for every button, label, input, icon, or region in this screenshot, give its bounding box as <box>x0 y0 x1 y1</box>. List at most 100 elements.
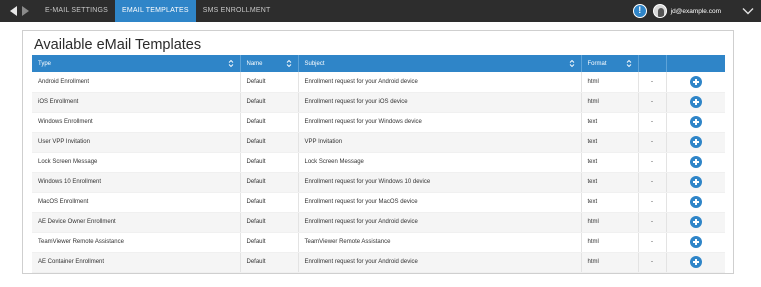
cell-action <box>666 172 725 193</box>
table-row[interactable]: User VPP Invitation Default VPP Invitation… <box>32 132 725 153</box>
cell-type: User VPP Invitation <box>32 132 241 153</box>
top-bar: E-MAIL SETTINGS EMAIL TEMPLATES SMS ENRO… <box>0 0 761 22</box>
cell-format: html <box>581 252 639 273</box>
alert-icon[interactable]: ! <box>632 4 647 18</box>
cell-type: AE Container Enrollment <box>32 252 241 273</box>
templates-panel: Available eMail Templates Type Name Subj… <box>22 30 734 274</box>
cell-action <box>666 72 725 93</box>
cell-subject: Enrollment request for your Android devi… <box>298 72 582 93</box>
cell-format: html <box>581 92 639 113</box>
cell-format: text <box>581 192 639 213</box>
cell-extra: - <box>638 252 667 273</box>
tab-sms-enrollment[interactable]: SMS ENROLLMENT <box>196 0 278 22</box>
table-row[interactable]: Lock Screen Message Default Lock Screen Me… <box>32 152 725 173</box>
cell-action <box>666 152 725 173</box>
cell-type: Lock Screen Message <box>32 152 241 173</box>
cell-extra: - <box>638 172 667 193</box>
arrow-right-icon[interactable] <box>22 6 29 16</box>
cell-extra: - <box>638 72 667 93</box>
add-icon[interactable] <box>689 136 702 148</box>
user-email[interactable]: jd@example.com <box>671 8 721 15</box>
user-area: ! jd@example.com <box>632 0 761 22</box>
cell-name: Default <box>240 172 299 193</box>
cell-type: Android Enrollment <box>32 72 241 93</box>
page-title: Available eMail Templates <box>34 37 202 53</box>
sort-icon[interactable] <box>626 59 632 68</box>
cell-subject: Enrollment request for your Windows devi… <box>298 112 582 133</box>
table-row[interactable]: Android Enrollment Default Enrollment requ… <box>32 72 725 93</box>
cell-type: TeamViewer Remote Assistance <box>32 232 241 253</box>
cell-subject: Lock Screen Message <box>298 152 582 173</box>
add-icon[interactable] <box>689 216 702 228</box>
chevron-down-icon[interactable] <box>735 0 761 22</box>
add-icon[interactable] <box>689 116 702 128</box>
add-icon[interactable] <box>689 75 702 88</box>
table-header-row: Type Name Subject Format <box>32 55 725 72</box>
cell-extra: - <box>638 192 667 213</box>
cell-action <box>666 232 725 253</box>
tab-bar: E-MAIL SETTINGS EMAIL TEMPLATES SMS ENRO… <box>38 0 277 22</box>
column-header-name[interactable]: Name <box>240 55 299 72</box>
column-header-type[interactable]: Type <box>32 55 241 72</box>
add-icon[interactable] <box>689 236 702 248</box>
cell-type: iOS Enrollment <box>32 92 241 113</box>
table-row[interactable]: iOS Enrollment Default Enrollment request … <box>32 92 725 113</box>
avatar[interactable] <box>652 4 667 18</box>
add-icon[interactable] <box>689 96 702 108</box>
cell-action <box>666 112 725 133</box>
cell-subject: Enrollment request for your MacOS device <box>298 192 582 213</box>
cell-action <box>666 132 725 153</box>
table-row[interactable]: Windows 10 Enrollment Default Enrollment r… <box>32 172 725 193</box>
table-row[interactable]: Windows Enrollment Default Enrollment requ… <box>32 112 725 133</box>
cell-subject: VPP Invitation <box>298 132 582 153</box>
arrow-left-icon[interactable] <box>10 6 17 16</box>
cell-type: MacOS Enrollment <box>32 192 241 213</box>
table-row[interactable]: AE Device Owner Enrollment Default Enrollm… <box>32 212 725 233</box>
cell-name: Default <box>240 232 299 253</box>
cell-extra: - <box>638 232 667 253</box>
cell-extra: - <box>638 112 667 133</box>
column-header-subject[interactable]: Subject <box>298 55 582 72</box>
cell-name: Default <box>240 92 299 113</box>
cell-format: text <box>581 172 639 193</box>
cell-format: html <box>581 212 639 233</box>
column-header-extra <box>638 55 667 72</box>
table-body: Android Enrollment Default Enrollment requ… <box>32 72 725 273</box>
table-row[interactable]: MacOS Enrollment Default Enrollment reques… <box>32 192 725 213</box>
cell-type: Windows Enrollment <box>32 112 241 133</box>
cell-name: Default <box>240 212 299 233</box>
cell-subject: Enrollment request for your Android devi… <box>298 212 582 233</box>
cell-name: Default <box>240 192 299 213</box>
cell-subject: TeamViewer Remote Assistance <box>298 232 582 253</box>
sort-icon[interactable] <box>228 59 234 68</box>
add-icon[interactable] <box>689 256 702 268</box>
table-row[interactable]: TeamViewer Remote Assistance Default TeamV… <box>32 232 725 253</box>
column-header-actions <box>666 55 725 72</box>
sort-icon[interactable] <box>569 59 575 68</box>
cell-action <box>666 192 725 213</box>
templates-table: Type Name Subject Format Android Enrollm… <box>32 55 725 273</box>
tab-email-settings[interactable]: E-MAIL SETTINGS <box>38 0 115 22</box>
add-icon[interactable] <box>689 196 702 208</box>
tab-email-templates[interactable]: EMAIL TEMPLATES <box>115 0 196 22</box>
cell-name: Default <box>240 252 299 273</box>
cell-name: Default <box>240 152 299 173</box>
cell-action <box>666 252 725 273</box>
sort-icon[interactable] <box>286 59 292 68</box>
add-icon[interactable] <box>689 156 702 168</box>
cell-name: Default <box>240 112 299 133</box>
cell-action <box>666 212 725 233</box>
table-row[interactable]: AE Container Enrollment Default Enrollment… <box>32 252 725 273</box>
cell-format: text <box>581 132 639 153</box>
column-header-format[interactable]: Format <box>581 55 639 72</box>
cell-format: html <box>581 232 639 253</box>
cell-name: Default <box>240 132 299 153</box>
cell-type: Windows 10 Enrollment <box>32 172 241 193</box>
add-icon[interactable] <box>689 176 702 188</box>
cell-subject: Enrollment request for your Android devi… <box>298 252 582 273</box>
cell-subject: Enrollment request for your iOS device <box>298 92 582 113</box>
cell-type: AE Device Owner Enrollment <box>32 212 241 233</box>
cell-format: text <box>581 112 639 133</box>
history-nav <box>0 6 38 16</box>
cell-extra: - <box>638 152 667 173</box>
